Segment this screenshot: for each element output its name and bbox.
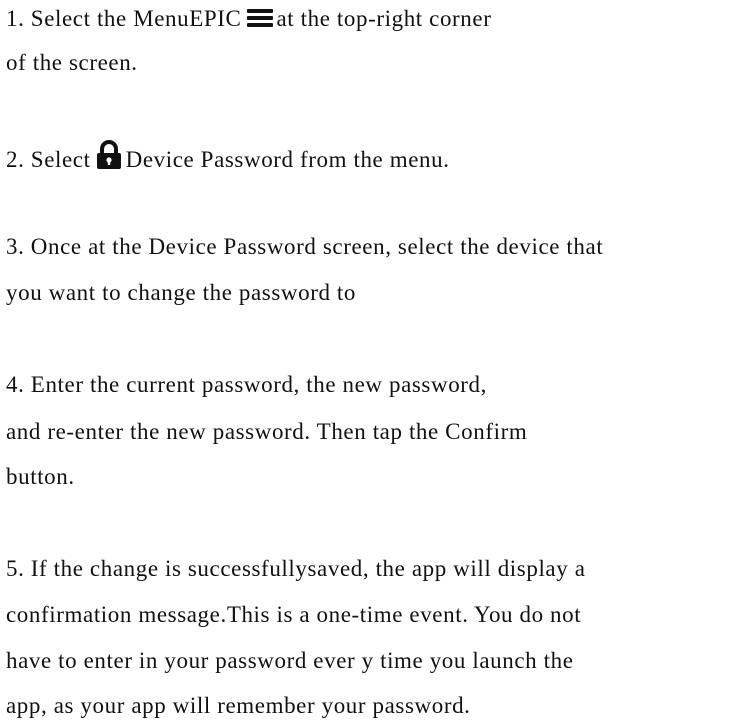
step-1-line-1: 1. Select the MenuEPIC at the top-right c…: [6, 4, 491, 34]
step-3-line-1: 3. Once at the Device Password screen, s…: [6, 234, 604, 260]
step-4-line-1: 4. Enter the current password, the new p…: [6, 372, 488, 398]
step-1-line-2: of the screen.: [6, 49, 138, 75]
step-5-line-2: confirmation message.This is a one-time …: [6, 601, 582, 627]
step-2-text-after: Device Password from the menu.: [125, 147, 450, 173]
step-1-text-after: at the top-right corner: [276, 5, 492, 31]
step-5-line-3: have to enter in your password ever y ti…: [6, 647, 574, 673]
step-5-line-1: 5. If the change is successfullysaved, t…: [6, 555, 586, 581]
step-4-line-3: button.: [6, 463, 75, 489]
step-1-text-before: 1. Select the MenuEPIC: [6, 5, 242, 31]
step-3-line-2: you want to change the password to: [6, 280, 356, 306]
step-2-line: 2. Select Device Password from the menu.: [6, 140, 450, 173]
step-4-line-2: and re-enter the new password. Then tap …: [6, 418, 528, 444]
hamburger-menu-icon: [246, 7, 274, 37]
step-2-text-before: 2. Select: [6, 147, 91, 173]
step-5-line-4: app, as your app will remember your pass…: [6, 693, 471, 718]
lock-icon: [95, 140, 123, 178]
